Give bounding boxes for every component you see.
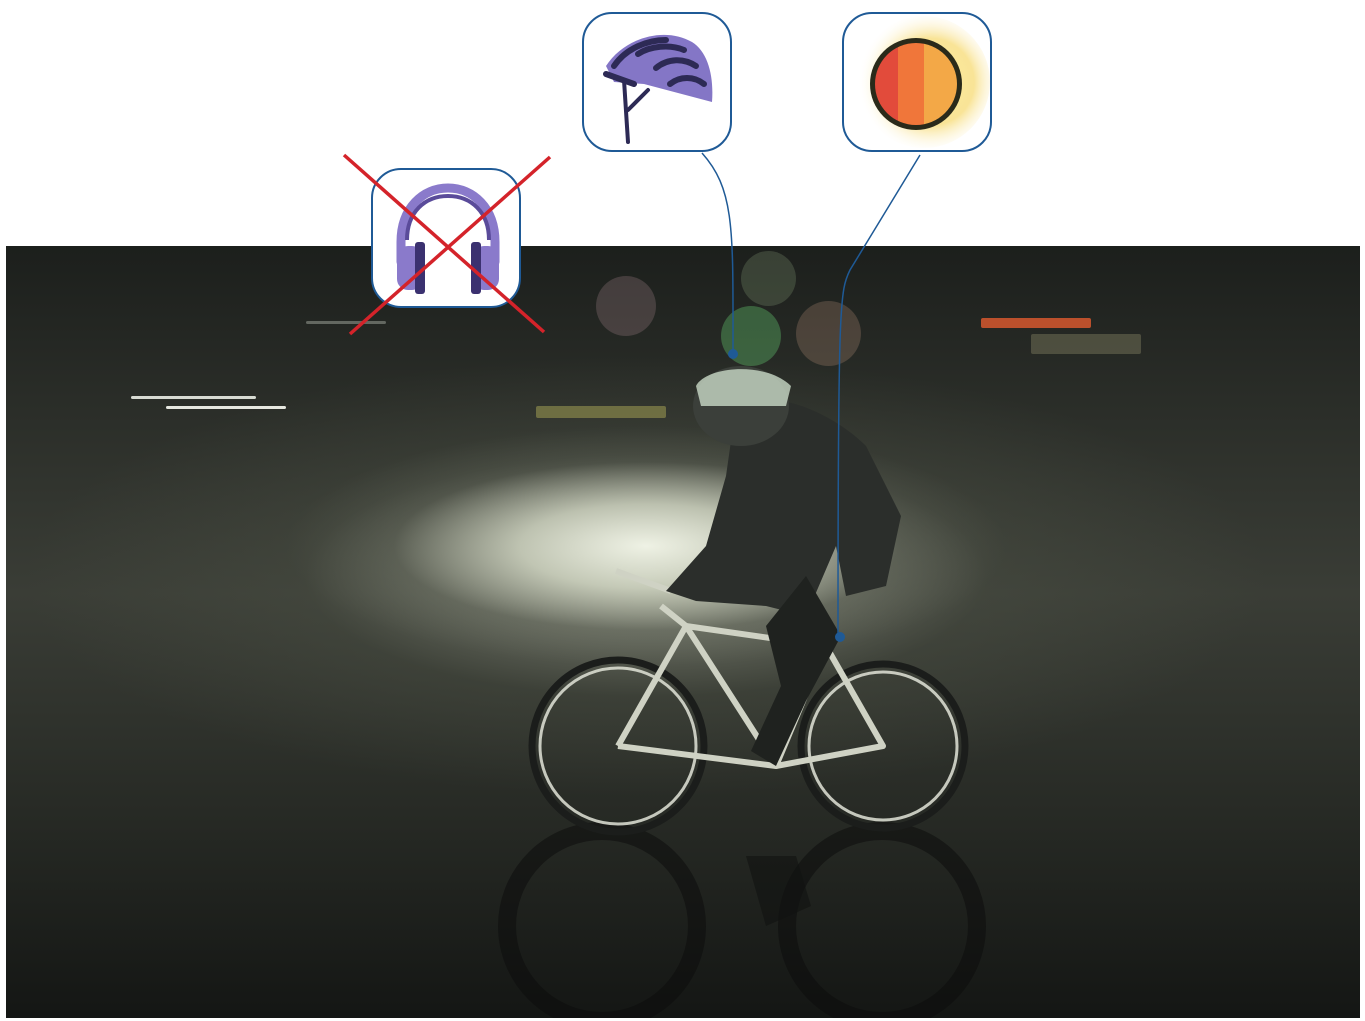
bike-light-icon xyxy=(858,16,990,148)
light-badge xyxy=(842,12,992,152)
bicycle-helmet-icon xyxy=(603,34,713,144)
cross-line xyxy=(342,153,546,334)
helmet-badge xyxy=(582,12,732,152)
cross-line xyxy=(348,155,552,336)
